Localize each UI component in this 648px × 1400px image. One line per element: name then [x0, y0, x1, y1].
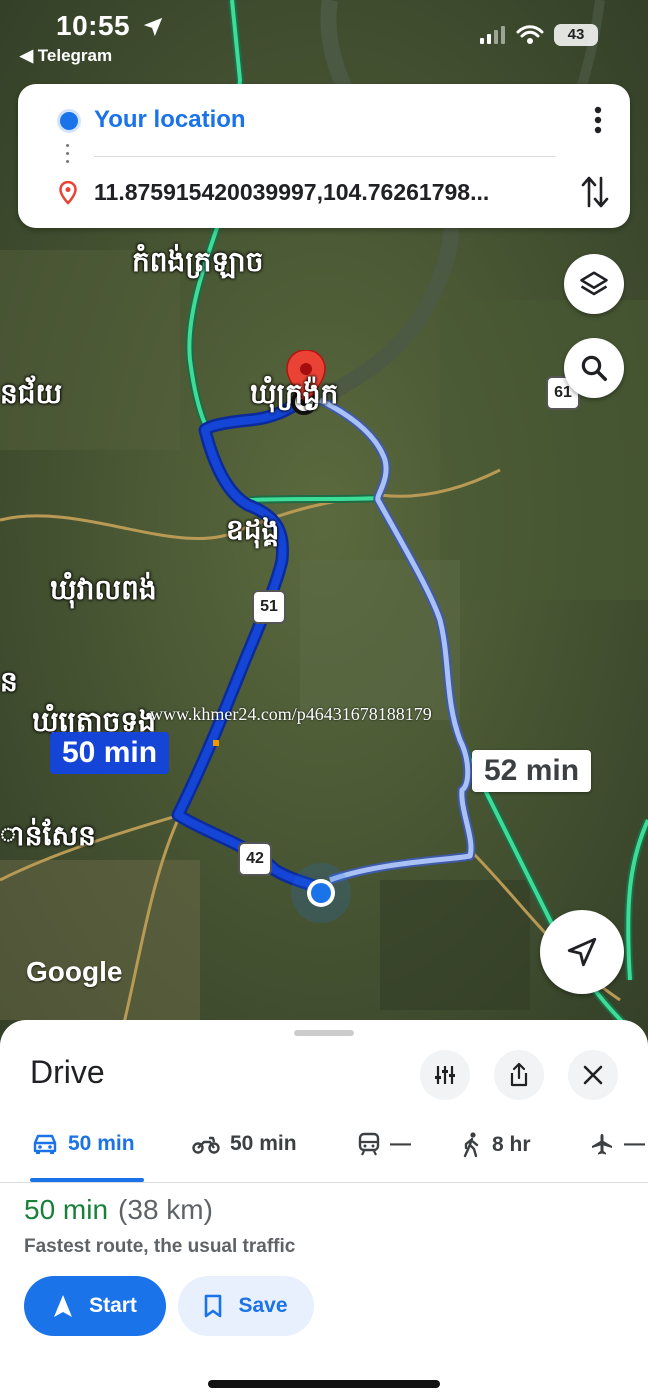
start-button[interactable]: Start: [24, 1276, 166, 1336]
route-summary: 50 min (38 km): [24, 1194, 213, 1226]
search-icon: [581, 355, 607, 381]
save-button[interactable]: Save: [178, 1276, 314, 1336]
route-time-main[interactable]: 50 min: [50, 732, 170, 774]
directions-sheet: Drive 50 min 50 min — 8 hr — 50 min (38 …: [0, 1020, 648, 1400]
map-label: ាន់សែន: [0, 820, 96, 851]
route-time-alt[interactable]: 52 min: [472, 750, 592, 792]
layers-button[interactable]: [564, 254, 624, 314]
tab-walk-label: 8 hr: [492, 1133, 531, 1156]
swap-icon[interactable]: [580, 174, 610, 210]
directions-card: Your location 11.875915420039997,104.762…: [18, 84, 630, 228]
motorcycle-icon: [192, 1136, 220, 1154]
battery-level: 43: [567, 26, 585, 43]
watermark: www.khmer24.com/p46431678188179: [150, 704, 432, 724]
battery-icon: 43: [554, 24, 598, 46]
tab-drive[interactable]: 50 min: [32, 1132, 135, 1156]
recenter-button[interactable]: [540, 910, 624, 994]
status-time: 10:55: [56, 10, 131, 41]
map-label: កំពង់ត្រឡាច: [132, 246, 264, 277]
car-icon: [33, 1134, 57, 1154]
travel-mode-tabs: 50 min 50 min — 8 hr —: [0, 1120, 648, 1182]
share-button[interactable]: [494, 1050, 544, 1100]
more-options-icon[interactable]: [594, 106, 602, 134]
tab-transit-label: —: [390, 1132, 411, 1155]
tab-walk[interactable]: 8 hr: [462, 1132, 531, 1158]
location-arrow-icon: [143, 17, 163, 37]
sheet-title: Drive: [30, 1054, 105, 1090]
navigation-arrow-icon: [567, 937, 597, 967]
divider: [94, 156, 556, 157]
route-connector: [66, 144, 70, 172]
tab-motorcycle[interactable]: 50 min: [192, 1132, 297, 1156]
close-button[interactable]: [568, 1050, 618, 1100]
tune-icon: [435, 1066, 455, 1084]
tab-flight-label: —: [624, 1132, 645, 1155]
home-indicator[interactable]: [208, 1380, 440, 1388]
search-along-route-button[interactable]: [564, 338, 624, 398]
route-distance: (38 km): [118, 1194, 213, 1225]
layers-icon: [580, 271, 608, 296]
share-icon: [510, 1062, 528, 1087]
destination-marker-icon: [59, 180, 77, 205]
destination-field[interactable]: 11.875915420039997,104.76261798...: [94, 179, 574, 206]
tab-drive-label: 50 min: [68, 1132, 135, 1155]
start-button-label: Start: [89, 1294, 137, 1317]
airplane-icon: [592, 1134, 612, 1155]
status-bar: 10:55 ◀ Telegram 43: [0, 0, 648, 70]
train-icon: [358, 1132, 380, 1156]
close-icon: [583, 1065, 603, 1085]
map-label: ន: [0, 666, 18, 697]
map-label: នជ័យ: [0, 378, 63, 409]
route-description: Fastest route, the usual traffic: [24, 1236, 296, 1257]
google-logo: Google: [26, 956, 123, 987]
walking-icon: [463, 1132, 479, 1158]
map-label: ឃុំវាលពង់: [50, 574, 157, 605]
divider: [0, 1182, 648, 1183]
route-options-button[interactable]: [420, 1050, 470, 1100]
sheet-drag-handle[interactable]: [294, 1030, 354, 1036]
navigation-icon: [54, 1295, 73, 1317]
origin-dot-icon: [60, 112, 78, 130]
route-duration: 50 min: [24, 1194, 109, 1225]
wifi-icon: [516, 25, 544, 44]
map-label: ឧដុង្គ: [226, 514, 280, 545]
save-button-label: Save: [238, 1294, 288, 1317]
bookmark-icon: [205, 1294, 222, 1318]
road-shield-42: 42: [238, 842, 272, 876]
map-label: ឃុំក្រង្ង៉ក: [250, 378, 339, 409]
origin-field[interactable]: Your location: [94, 106, 246, 134]
tab-transit[interactable]: —: [358, 1132, 411, 1156]
road-shield-51: 51: [252, 590, 286, 624]
cellular-signal-icon: [480, 26, 505, 44]
tab-motorcycle-label: 50 min: [230, 1132, 297, 1155]
back-to-telegram-link[interactable]: ◀ Telegram: [20, 46, 112, 66]
tab-flight[interactable]: —: [590, 1132, 645, 1156]
